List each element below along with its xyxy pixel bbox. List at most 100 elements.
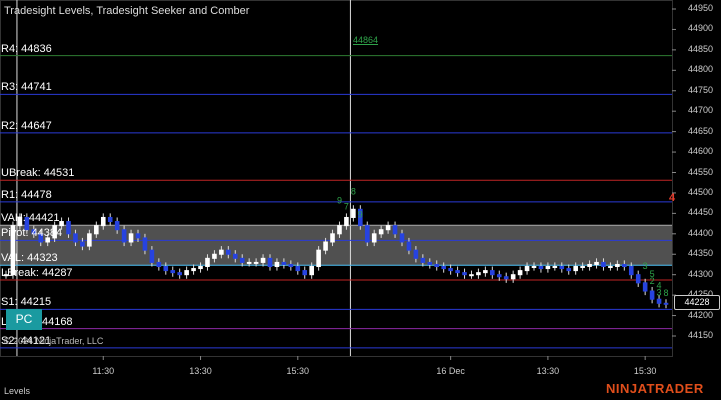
- candle-down: [107, 216, 113, 223]
- candle-down: [364, 225, 370, 243]
- seeker-count-label: 3: [643, 261, 648, 271]
- candle-down: [142, 237, 148, 251]
- current-price-tag: 44228: [674, 295, 720, 310]
- y-tick-label: 44400: [688, 227, 714, 238]
- candle-up: [483, 270, 488, 274]
- candle-up: [517, 270, 523, 276]
- candle-down: [302, 270, 308, 276]
- candle-up: [351, 208, 356, 218]
- candle-down: [177, 272, 182, 276]
- candle-down: [80, 241, 85, 247]
- y-tick-label: 44950: [688, 3, 714, 13]
- candle-up: [476, 272, 481, 276]
- candle-down: [434, 263, 440, 268]
- seeker-count-label: 8: [663, 288, 668, 298]
- seeker-count-label: 7: [344, 201, 349, 211]
- candle-up: [580, 266, 585, 269]
- candle-down: [406, 241, 412, 251]
- candle-up: [531, 266, 537, 269]
- level-label: UBreak: 44531: [1, 167, 75, 180]
- candle-up: [212, 253, 217, 259]
- copyright-text: © 2024 NinjaTrader, LLC: [4, 336, 104, 346]
- level-label: VAH: 44421: [1, 212, 60, 225]
- y-tick-label: 44650: [688, 125, 714, 136]
- candle-down: [232, 253, 238, 259]
- candle-down: [73, 233, 78, 243]
- level-label: R2: 44647: [1, 119, 52, 132]
- y-tick-label: 44150: [688, 330, 714, 340]
- chart-title: Tradesight Levels, Tradesight Seeker and…: [4, 5, 250, 17]
- candle-down: [427, 261, 433, 265]
- candle-up: [191, 268, 196, 272]
- y-tick-label: 44600: [688, 146, 714, 157]
- candle-down: [566, 268, 572, 272]
- candle-down: [601, 261, 606, 268]
- candle-up: [385, 225, 391, 231]
- candle-up: [316, 249, 321, 268]
- candle-up: [469, 274, 474, 277]
- candle-down: [462, 272, 467, 276]
- seeker-count-label: 4: [657, 280, 662, 290]
- y-tick-label: 44350: [688, 248, 714, 259]
- candle-down: [496, 274, 502, 278]
- x-tick-label: 11:30: [92, 366, 115, 376]
- x-tick-label: 15:30: [286, 366, 310, 376]
- candle-up: [545, 266, 551, 270]
- candle-up: [59, 221, 64, 227]
- candle-up: [510, 274, 516, 280]
- candle-down: [66, 221, 71, 235]
- candle-up: [371, 233, 377, 243]
- signal-marker: 4: [669, 192, 676, 204]
- candle-up: [594, 261, 599, 265]
- candle-down: [455, 270, 460, 274]
- plot-frame: [0, 0, 673, 357]
- candle-down: [170, 270, 176, 274]
- candle-up: [219, 249, 224, 255]
- tab-levels[interactable]: Levels: [4, 386, 30, 396]
- candle-up: [94, 225, 99, 235]
- candle-down: [622, 263, 627, 268]
- y-tick-label: 44750: [688, 84, 714, 95]
- candle-down: [121, 229, 127, 243]
- candle-up: [246, 261, 252, 264]
- level-label: R3: 44741: [1, 81, 52, 94]
- candle-up: [615, 263, 620, 268]
- candle-up: [587, 263, 592, 268]
- ninjatrader-logo: NINJATRADER: [606, 381, 704, 396]
- chart-canvas[interactable]: 7899233458: [0, 0, 721, 400]
- candle-down: [649, 290, 655, 300]
- candle-up: [205, 257, 210, 268]
- candle-down: [288, 263, 294, 268]
- candle-down: [656, 298, 662, 304]
- candle-up: [552, 266, 558, 269]
- level-label: LBreak: 44287: [1, 267, 73, 279]
- value-area-band: [0, 225, 672, 266]
- pc-badge[interactable]: PC: [6, 309, 42, 330]
- y-tick-label: 44450: [688, 207, 714, 218]
- level-label: R1: 44478: [1, 188, 52, 201]
- candle-up: [253, 261, 259, 264]
- candle-up: [337, 225, 342, 235]
- candle-up: [573, 266, 578, 272]
- candle-down: [448, 268, 453, 272]
- candle-down: [226, 249, 231, 255]
- candle-down: [628, 266, 634, 276]
- y-tick-label: 44800: [688, 64, 714, 75]
- seeker-count-label: 9: [337, 196, 342, 206]
- candle-down: [156, 261, 162, 268]
- candle-down: [135, 233, 141, 239]
- candle-down: [441, 266, 446, 270]
- x-tick-label: 15:30: [633, 366, 657, 376]
- candle-up: [100, 216, 106, 227]
- candle-down: [281, 261, 287, 265]
- candle-down: [267, 257, 273, 268]
- seeker-count-label: 8: [351, 186, 356, 196]
- y-tick-label: 44700: [688, 105, 714, 116]
- candle-down: [663, 302, 669, 305]
- candle-down: [295, 266, 301, 272]
- level-label: S1: 44215: [1, 296, 52, 309]
- candle-up: [608, 266, 613, 269]
- x-tick-label: 13:30: [189, 366, 212, 376]
- level-label: R4: 44836: [1, 42, 52, 55]
- candle-down: [399, 233, 405, 243]
